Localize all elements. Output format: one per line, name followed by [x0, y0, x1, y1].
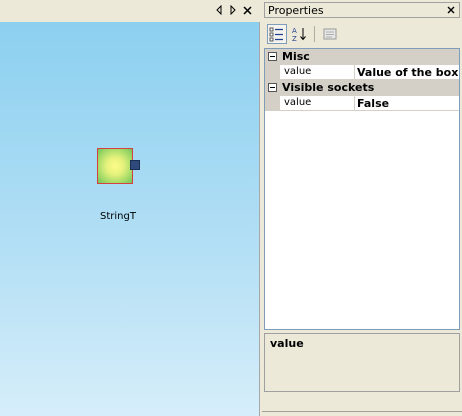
- properties-title-bar: Properties: [264, 2, 460, 18]
- node-body[interactable]: [97, 148, 133, 184]
- categorized-icon[interactable]: [267, 24, 287, 44]
- node-editor-pane: StringT: [0, 0, 260, 416]
- node-canvas[interactable]: StringT: [0, 22, 260, 416]
- description-pane: value: [264, 333, 460, 392]
- collapse-icon[interactable]: [268, 52, 277, 61]
- category-visible-sockets[interactable]: Visible sockets: [265, 80, 459, 96]
- close-icon[interactable]: [241, 3, 253, 17]
- property-name: value: [284, 97, 312, 108]
- properties-title: Properties: [268, 4, 324, 17]
- node-label: StringT: [100, 211, 136, 222]
- node-editor-header: [0, 0, 260, 20]
- scroll-left-icon[interactable]: [213, 3, 225, 17]
- property-value[interactable]: False: [357, 97, 389, 110]
- collapse-icon[interactable]: [268, 83, 277, 92]
- close-icon[interactable]: [445, 4, 456, 16]
- property-value[interactable]: Value of the box: [357, 66, 458, 79]
- properties-toolbar: A Z: [264, 22, 460, 46]
- scroll-right-icon[interactable]: [227, 3, 239, 17]
- category-label: Visible sockets: [282, 81, 375, 94]
- svg-text:Z: Z: [292, 35, 297, 42]
- toolbar-separator: [314, 26, 315, 42]
- node-output-socket[interactable]: [130, 160, 140, 170]
- svg-text:A: A: [292, 27, 297, 35]
- category-label: Misc: [282, 50, 310, 63]
- property-row-misc-value[interactable]: value Value of the box: [265, 65, 459, 80]
- property-row-visible-sockets-value[interactable]: value False: [265, 96, 459, 111]
- property-grid: Misc value Value of the box Visible sock…: [264, 48, 460, 330]
- property-pages-icon[interactable]: [320, 24, 340, 44]
- string-node[interactable]: [97, 148, 140, 188]
- description-title: value: [270, 337, 304, 350]
- properties-panel: Properties A Z Misc value Value of the b…: [262, 0, 462, 416]
- category-misc[interactable]: Misc: [265, 49, 459, 65]
- panel-bottom-border: [262, 411, 462, 412]
- property-name: value: [284, 66, 312, 77]
- alphabetical-icon[interactable]: A Z: [289, 24, 309, 44]
